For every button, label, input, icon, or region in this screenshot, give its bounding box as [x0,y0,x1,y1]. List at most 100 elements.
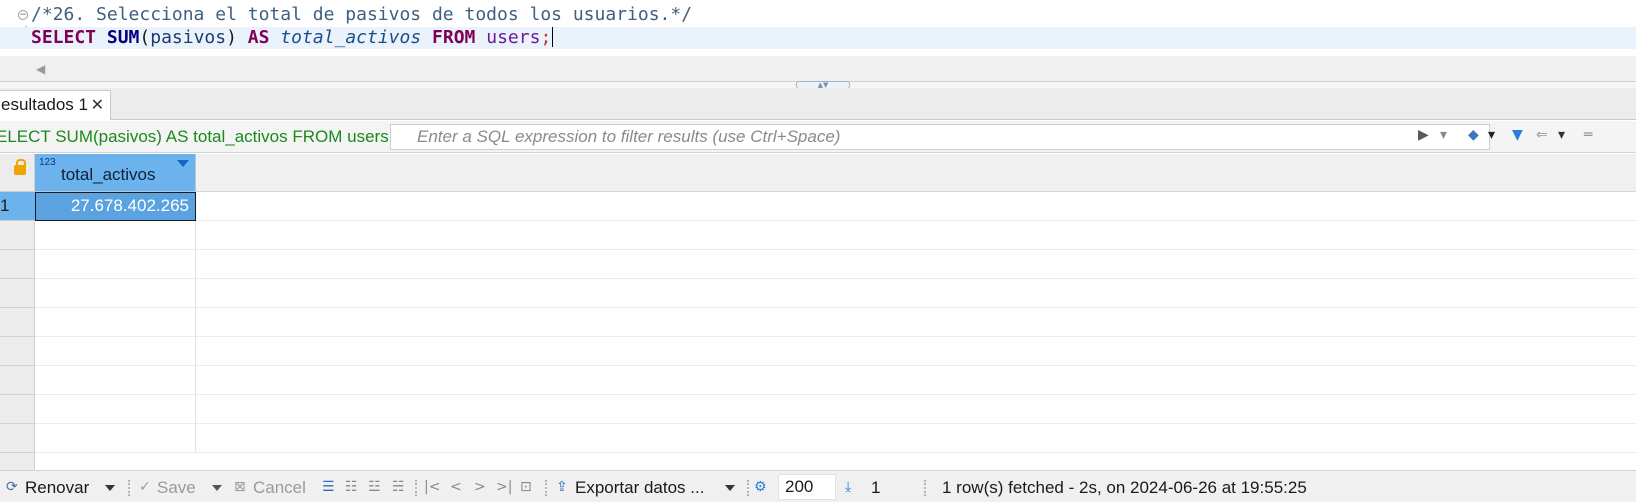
row-number-empty [0,366,35,395]
tab-results-1[interactable]: esultados 1 ✕ [0,90,111,120]
empty-cell [35,366,196,395]
next-page-icon[interactable]: > [474,479,486,495]
filter-history-icon[interactable]: ▾ [1440,127,1447,143]
export-button[interactable]: Exportar datos ... [575,478,704,498]
collapse-icon[interactable]: − [18,10,28,20]
sort-dropdown-icon[interactable] [177,160,189,167]
header-filler [196,154,1636,192]
column-header-total-activos[interactable]: 123 total_activos [35,154,196,192]
table-name: users [486,27,541,48]
toolbar-separator [415,480,417,496]
row-filler [196,279,1636,308]
scroll-left-icon[interactable]: ◀ [36,62,45,76]
delete-row-icon[interactable]: ☵ [392,479,405,495]
add-row-icon[interactable]: ☷ [345,479,358,495]
filter-bar: ELECT SUM(pasivos) AS total_activos FROM… [0,121,1636,153]
empty-cell [35,424,196,453]
toolbar-separator [128,480,130,496]
row-filler [196,192,1636,221]
fn-sum: SUM [106,27,140,48]
alias-name: total_activos [280,27,422,48]
last-page-icon[interactable]: >| [496,479,512,495]
editor-line-2[interactable]: SELECT SUM(pasivos) AS total_activos FRO… [0,27,1636,49]
close-icon[interactable]: ✕ [91,91,104,119]
kw-as: AS [247,27,270,48]
filter-input[interactable] [417,127,1377,147]
export-dropdown-icon[interactable] [725,485,735,491]
filter-icon[interactable]: ▼ [1512,127,1523,143]
sql-editor[interactable]: − /*26. Selecciona el total de pasivos d… [0,0,1636,56]
row-number-empty [0,308,35,337]
row-filler [196,366,1636,395]
row-number-empty [0,221,35,250]
row-count: 1 [871,478,881,497]
toolbar-separator [747,480,749,496]
save-icon[interactable]: ✓ [139,479,151,495]
previous-page-icon[interactable]: < [450,479,462,495]
text-caret [552,27,554,47]
results-tabbar: esultados 1 ✕ [0,88,1636,120]
gear-icon[interactable]: ⚙ [754,479,767,495]
fetch-size-input[interactable]: 200 [778,474,836,500]
open-paren: ( [139,27,151,48]
toolbar-separator [545,480,547,496]
save-dropdown-icon[interactable] [212,485,222,491]
empty-cell [35,250,196,279]
empty-cell [35,308,196,337]
row-filler [196,424,1636,453]
eraser-icon[interactable]: ◆ [1468,127,1479,143]
row-filler [196,337,1636,366]
sql-comment: /*26. Selecciona el total de pasivos de … [31,4,693,25]
apply-filter-icon[interactable]: ▶ [1418,127,1429,143]
back-dropdown-icon[interactable]: ▾ [1558,127,1565,143]
row-number-empty [0,424,35,453]
row-filler [196,250,1636,279]
cancel-icon[interactable]: ⊠ [234,479,246,495]
kw-from: FROM [432,27,476,48]
kw-select: SELECT [31,27,97,48]
row-number-empty [0,395,35,424]
cell-total-activos[interactable]: 27.678.402.265 [35,192,196,221]
row-count-icon[interactable]: ⤓ [845,479,851,495]
empty-cell [35,279,196,308]
row-number[interactable]: 1 [0,192,35,221]
row-filler [196,221,1636,250]
refresh-dropdown-icon[interactable] [105,485,115,491]
results-grid[interactable]: 123 total_activos 1 27.678.402.265 [0,154,1636,470]
semicolon: ; [540,27,552,48]
lock-icon [14,159,26,175]
export-icon[interactable]: ⇪ [556,479,568,495]
filter-input-box[interactable] [390,124,1490,150]
status-message: 1 row(s) fetched - 2s, on 2024-06-26 at … [942,478,1307,497]
copy-row-icon[interactable]: ☳ [368,479,381,495]
eraser-dropdown-icon[interactable]: ▾ [1488,127,1495,143]
back-icon[interactable]: ⇐ [1536,127,1548,143]
first-page-icon[interactable]: |< [424,479,440,495]
empty-cell [35,221,196,250]
row-number-column: 1 [0,192,35,470]
row-number-empty [0,250,35,279]
edit-cell-icon[interactable]: ☰ [322,479,335,495]
row-number-empty [0,279,35,308]
empty-cell [35,337,196,366]
row-filler [196,395,1636,424]
refresh-button[interactable]: Renovar [25,478,89,498]
numeric-type-icon: 123 [39,157,56,168]
column-ref: pasivos [150,27,227,48]
cancel-button[interactable]: Cancel [253,478,306,498]
active-query-label[interactable]: ELECT SUM(pasivos) AS total_activos FROM… [0,127,389,147]
tab-label: esultados 1 [1,95,88,114]
editor-horizontal-scrollbar[interactable]: ◀ [0,56,1636,82]
toolbar-separator [924,480,926,496]
editor-line-1[interactable]: − /*26. Selecciona el total de pasivos d… [0,4,1636,26]
grid-corner [0,154,35,192]
sql-statement: SELECT SUM(pasivos) AS total_activos FRO… [31,27,554,49]
refresh-icon[interactable]: ⟳ [6,479,18,495]
row-number-empty [0,337,35,366]
column-title: total_activos [61,165,156,184]
fetch-all-icon[interactable]: ⊡ [520,479,532,495]
save-button[interactable]: Save [157,478,196,498]
menu-icon[interactable]: ═ [1584,127,1592,143]
row-filler [196,308,1636,337]
empty-cell [35,395,196,424]
